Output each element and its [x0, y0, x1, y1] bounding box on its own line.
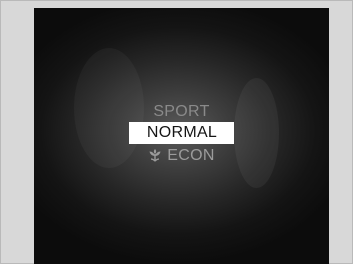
- mode-label-sport: SPORT: [153, 103, 210, 120]
- drive-mode-menu: SPORT NORMAL ECON: [34, 8, 329, 264]
- figure-frame: SPORT NORMAL ECON: [0, 0, 353, 264]
- mode-label-normal-selected: NORMAL: [129, 122, 234, 144]
- mode-label-econ: ECON: [167, 147, 215, 164]
- mode-option-econ[interactable]: ECON: [34, 147, 329, 165]
- mode-option-sport[interactable]: SPORT: [34, 103, 329, 121]
- eco-leaf-icon: [149, 149, 161, 162]
- mode-option-normal[interactable]: NORMAL: [34, 122, 329, 144]
- display-screen: SPORT NORMAL ECON: [34, 8, 329, 264]
